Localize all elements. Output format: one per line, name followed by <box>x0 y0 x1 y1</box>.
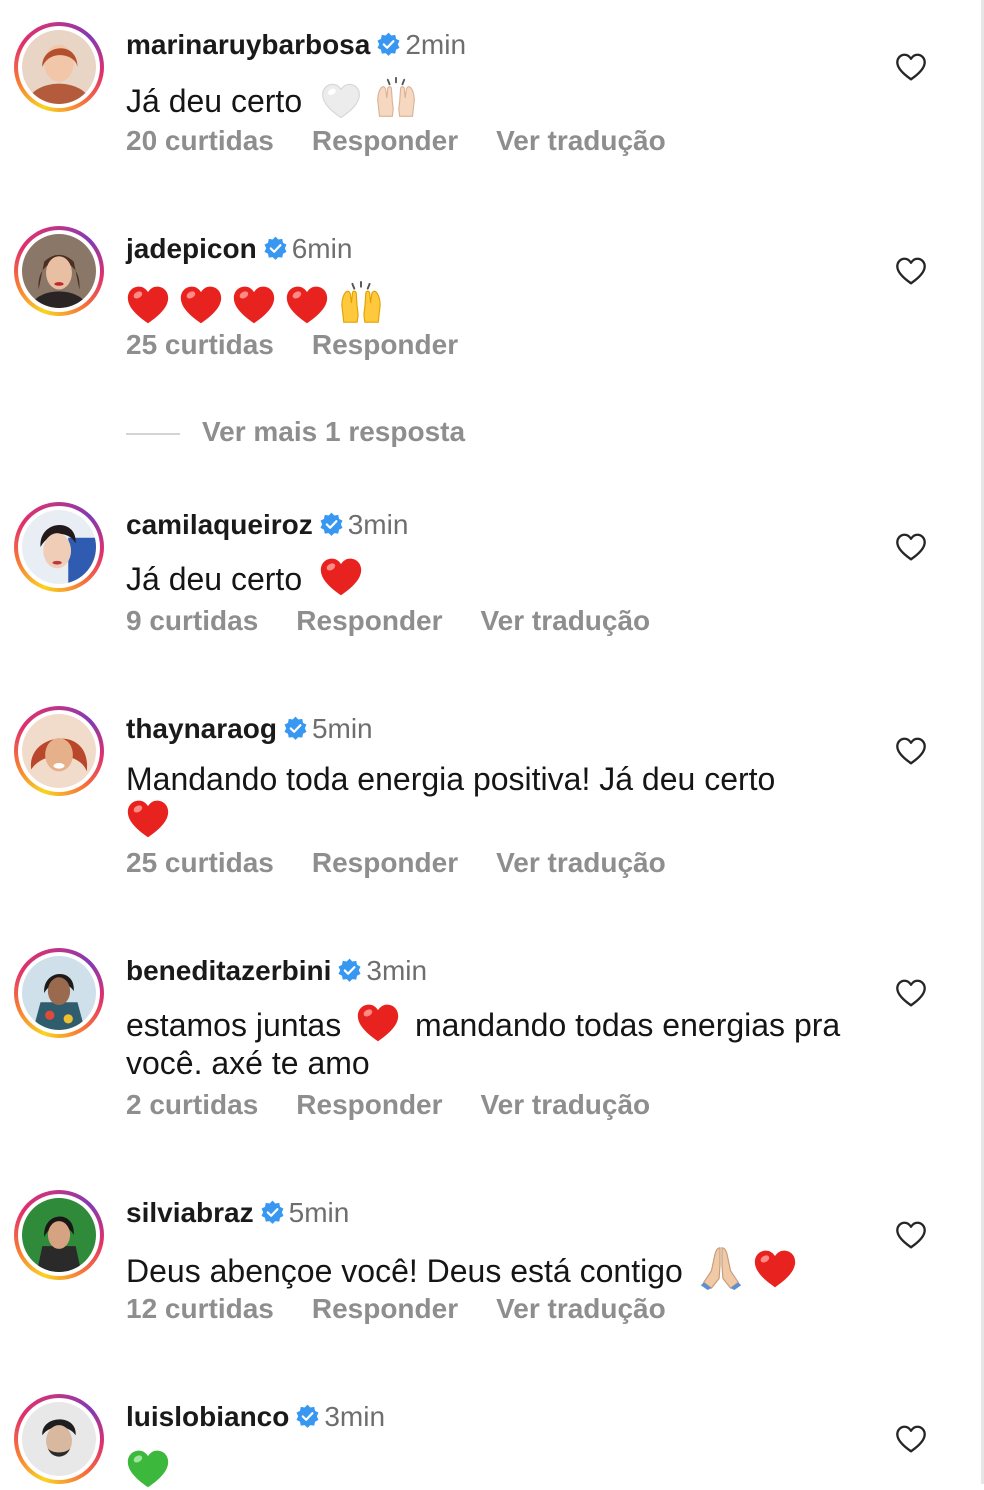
heart-outline-icon[interactable] <box>894 256 928 286</box>
reply-button[interactable]: Responder <box>312 1293 458 1324</box>
comment-actions: 25 curtidas Responder Ver tradução <box>126 846 704 880</box>
avatar-photo <box>22 1402 96 1476</box>
comment-text: Já deu certo <box>126 556 846 598</box>
username[interactable]: thaynaraog <box>126 713 277 744</box>
avatar[interactable] <box>14 706 104 796</box>
likes-count[interactable]: 25 curtidas <box>126 847 274 878</box>
comment-body: Já deu certo <box>126 561 303 597</box>
comment-text: Deus abençoe você! Deus está contigo <box>126 1244 886 1290</box>
verified-badge-icon <box>283 716 308 741</box>
username[interactable]: luislobianco <box>126 1401 289 1432</box>
avatar[interactable] <box>14 22 104 112</box>
heart-outline-icon[interactable] <box>894 736 928 766</box>
avatar-photo <box>22 714 96 788</box>
raising-hands-icon <box>338 280 384 326</box>
avatar-photo <box>22 510 96 584</box>
reply-button[interactable]: Responder <box>296 1089 442 1120</box>
red-heart-icon <box>126 284 170 326</box>
comment-header: camilaqueiroz 3min <box>126 508 408 542</box>
likes-count[interactable]: 9 curtidas <box>126 605 258 636</box>
red-heart-icon <box>232 284 276 326</box>
avatar-photo <box>22 30 96 104</box>
avatar[interactable] <box>14 1394 104 1484</box>
likes-count[interactable]: 20 curtidas <box>126 125 274 156</box>
timestamp: 5min <box>288 1197 350 1228</box>
username[interactable]: jadepicon <box>126 233 257 264</box>
thread-line <box>126 432 180 435</box>
view-more-replies-button[interactable]: Ver mais 1 resposta <box>126 412 465 452</box>
comment-actions: 25 curtidas Responder <box>126 328 496 362</box>
likes-count[interactable]: 25 curtidas <box>126 329 274 360</box>
avatar[interactable] <box>14 1190 104 1280</box>
comment-header: silviabraz 5min <box>126 1196 349 1230</box>
timestamp: 2min <box>405 29 467 60</box>
likes-count[interactable]: 2 curtidas <box>126 1089 258 1120</box>
red-heart-icon <box>753 1248 797 1290</box>
timestamp: 3min <box>366 955 428 986</box>
red-heart-icon <box>179 284 223 326</box>
verified-badge-icon <box>319 512 344 537</box>
timestamp: 6min <box>291 233 353 264</box>
folded-hands-icon <box>698 1244 744 1290</box>
translate-button[interactable]: Ver tradução <box>481 605 651 636</box>
avatar[interactable] <box>14 502 104 592</box>
heart-outline-icon[interactable] <box>894 978 928 1008</box>
username[interactable]: beneditazerbini <box>126 955 331 986</box>
avatar-photo <box>22 1198 96 1272</box>
red-heart-icon <box>319 556 363 598</box>
verified-badge-icon <box>295 1404 320 1429</box>
red-heart-icon <box>126 798 170 840</box>
comment-actions: 12 curtidas Responder Ver tradução <box>126 1292 704 1326</box>
heart-outline-icon[interactable] <box>894 532 928 562</box>
username[interactable]: camilaqueiroz <box>126 509 313 540</box>
verified-badge-icon <box>337 958 362 983</box>
translate-button[interactable]: Ver tradução <box>496 125 666 156</box>
verified-badge-icon <box>260 1200 285 1225</box>
comment-text <box>126 280 846 326</box>
comment-body: Mandando toda energia positiva! Já deu c… <box>126 761 776 797</box>
heart-outline-icon[interactable] <box>894 52 928 82</box>
red-heart-icon <box>285 284 329 326</box>
timestamp: 5min <box>311 713 373 744</box>
heart-outline-icon[interactable] <box>894 1220 928 1250</box>
avatar-photo <box>22 234 96 308</box>
comment-header: luislobianco 3min <box>126 1400 385 1434</box>
translate-button[interactable]: Ver tradução <box>481 1089 651 1120</box>
verified-badge-icon <box>376 32 401 57</box>
red-heart-icon <box>356 1002 400 1044</box>
view-more-replies-label: Ver mais 1 resposta <box>202 416 466 447</box>
avatar[interactable] <box>14 948 104 1038</box>
reply-button[interactable]: Responder <box>296 605 442 636</box>
comment-text: estamos juntas mandando todas energias p… <box>126 1002 846 1082</box>
comment-body: Já deu certo <box>126 83 303 119</box>
white-heart-icon <box>321 82 361 120</box>
timestamp: 3min <box>324 1401 386 1432</box>
reply-button[interactable]: Responder <box>312 329 458 360</box>
likes-count[interactable]: 12 curtidas <box>126 1293 274 1324</box>
translate-button[interactable]: Ver tradução <box>496 1293 666 1324</box>
comment-text: Mandando toda energia positiva! Já deu c… <box>126 760 846 840</box>
avatar-photo <box>22 956 96 1030</box>
avatar[interactable] <box>14 226 104 316</box>
comment-actions: 9 curtidas Responder Ver tradução <box>126 604 688 638</box>
comment-actions: 2 curtidas Responder Ver tradução <box>126 1088 688 1122</box>
translate-button[interactable]: Ver tradução <box>496 847 666 878</box>
username[interactable]: silviabraz <box>126 1197 254 1228</box>
comment-header: jadepicon 6min <box>126 232 352 266</box>
comment-header: beneditazerbini 3min <box>126 954 427 988</box>
comment-text: Já deu certo <box>126 76 846 120</box>
comment-header: thaynaraog 5min <box>126 712 373 746</box>
reply-button[interactable]: Responder <box>312 125 458 156</box>
username[interactable]: marinaruybarbosa <box>126 29 370 60</box>
comment-body: Deus abençoe você! Deus está contigo <box>126 1253 683 1289</box>
raising-hands-icon <box>374 76 418 120</box>
comment-header: marinaruybarbosa 2min <box>126 28 466 62</box>
timestamp: 3min <box>347 509 409 540</box>
reply-button[interactable]: Responder <box>312 847 458 878</box>
comment-body-start: estamos juntas <box>126 1007 342 1043</box>
comment-actions: 20 curtidas Responder Ver tradução <box>126 124 704 158</box>
heart-outline-icon[interactable] <box>894 1424 928 1454</box>
verified-badge-icon <box>263 236 288 261</box>
